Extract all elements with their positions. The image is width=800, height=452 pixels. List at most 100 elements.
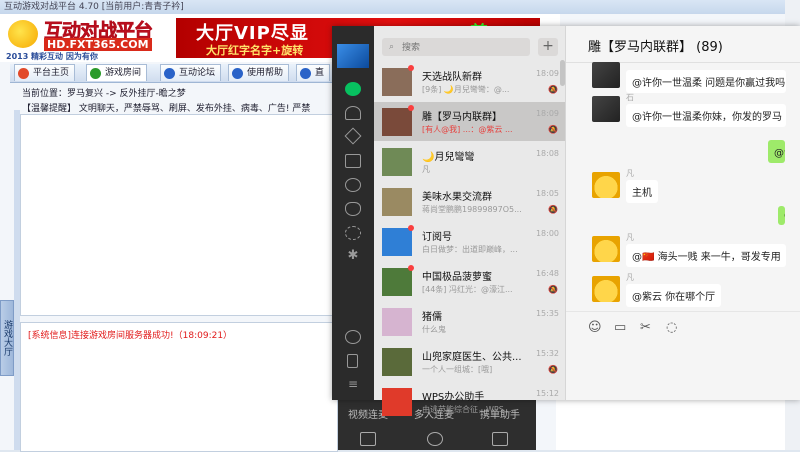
moments-icon[interactable] xyxy=(345,178,361,192)
conversation-item[interactable]: 猪儒 什么鬼 15:35 xyxy=(374,302,565,341)
contacts-icon[interactable] xyxy=(345,106,361,120)
tab-label: 使用帮助 xyxy=(247,68,284,78)
tab-forum[interactable]: 互动论坛 xyxy=(160,64,222,81)
message-input[interactable] xyxy=(566,340,800,400)
conversation-preview: 白日做梦：出道即巅峰，... xyxy=(422,245,518,254)
conversation-item[interactable]: 山兜家庭医生、公共... 一个人一组城：[哦] 15:32 🔕 xyxy=(374,342,565,381)
help-icon xyxy=(232,68,243,79)
conversation-item[interactable]: 天选战队新群 [9条] 🌙月兒彎彎：@... 18:09 🔕 xyxy=(374,62,565,101)
unread-dot xyxy=(408,225,414,231)
muted-bell-icon: 🔕 xyxy=(548,205,558,214)
conversation-preview: [有人@我] ...：@紫云 ... xyxy=(422,125,513,134)
tab-live[interactable]: 直 xyxy=(296,64,331,81)
chat-title: 雕【罗马内联群】 (89) xyxy=(588,40,723,55)
sender-name: 凡 xyxy=(626,169,634,178)
conversation-time: 18:09 xyxy=(535,69,559,78)
live-icon xyxy=(300,68,311,79)
conversation-time: 18:05 xyxy=(535,189,559,198)
conversation-preview: 凡 xyxy=(422,165,430,174)
conversation-item[interactable]: 美味水果交流群 蒋尚堂鹏鹏19899897O5... 18:05 🔕 xyxy=(374,182,565,221)
logo-mascot-icon xyxy=(8,20,38,48)
room-chat-area[interactable] xyxy=(20,322,338,452)
notice-text: 【温馨提醒】 文明聊天，严禁辱骂、刷屏、发布外挂、病毒、广告! 严禁 xyxy=(22,104,311,114)
conversation-name: 猪儒 xyxy=(422,312,442,323)
message-bubble[interactable]: @紫云 你在哪个厅 xyxy=(626,284,722,307)
conversation-time: 18:00 xyxy=(535,229,559,238)
emoji-icon[interactable]: ☺ xyxy=(588,320,602,335)
tab-game-room[interactable]: 游戏房间 xyxy=(86,64,148,81)
download-icon[interactable] xyxy=(427,432,443,446)
message-bubble[interactable]: 主机 xyxy=(626,180,658,203)
conversation-item[interactable]: 订阅号白日做梦：出道即巅峰，... 18:00 xyxy=(374,222,565,261)
sender-name: 凡 xyxy=(626,233,634,242)
conversation-name: 天选战队新群 xyxy=(422,72,482,83)
menu-icon[interactable]: ≡ xyxy=(345,378,361,392)
conversation-item[interactable]: 中国极品菠萝蜜 [44条] 冯红光：@濠江... 16:48 🔕 xyxy=(374,262,565,301)
tv-icon[interactable] xyxy=(492,432,508,446)
folder-icon[interactable] xyxy=(345,154,361,168)
tab-label: 直 xyxy=(315,68,325,78)
conversation-time: 18:08 xyxy=(535,149,559,158)
message-bubble-self[interactable]: @ xyxy=(778,206,785,225)
search-feature-icon[interactable] xyxy=(345,226,361,240)
message-bubble[interactable]: @🇨🇳 海头一贱 来一牛，哥发专用 xyxy=(626,244,786,267)
sender-avatar[interactable] xyxy=(592,236,620,262)
conversation-preview: [9条] 🌙月兒彎彎：@... xyxy=(422,85,510,94)
channels-icon[interactable] xyxy=(345,202,361,216)
logo-slogan: 2013 精彩互动 因为有你 xyxy=(6,52,98,61)
conversation-time: 18:09 xyxy=(535,109,559,118)
message-bubble-self[interactable]: @许 xyxy=(768,140,785,163)
sender-name: 石 xyxy=(626,93,634,102)
tab-label: 游戏房间 xyxy=(105,68,142,78)
message-bubble[interactable]: @许你一世温柔 问题是你赢过我吗 xyxy=(626,70,786,93)
tab-label: 平台主页 xyxy=(33,68,70,78)
message-bubble[interactable]: @许你一世温柔你妹，你发的罗马 xyxy=(626,104,786,127)
conversation-name: 🌙月兒彎彎 xyxy=(422,152,475,163)
conversation-item[interactable]: 雕【罗马内联群】 [有人@我] ...：@紫云 ... 18:09 🔕 xyxy=(374,102,565,141)
conversation-avatar xyxy=(382,148,412,176)
chat-history-icon[interactable]: ◌ xyxy=(666,320,677,335)
my-avatar[interactable] xyxy=(337,44,369,68)
conversation-avatar xyxy=(382,108,412,136)
muted-bell-icon: 🔕 xyxy=(548,125,558,134)
sender-avatar[interactable] xyxy=(592,276,620,302)
start-group-chat-button[interactable]: + xyxy=(538,38,558,56)
unread-dot xyxy=(408,265,414,271)
sender-avatar[interactable] xyxy=(592,62,620,88)
conversation-item[interactable]: WPS办公助手 由逃节能综合征，WPS ... 15:12 xyxy=(374,382,565,421)
side-tab-lobby[interactable]: 游戏大厅 xyxy=(0,300,14,376)
conversation-avatar xyxy=(382,388,412,416)
room-content-area[interactable] xyxy=(20,114,338,316)
conversation-name: 订阅号 xyxy=(422,232,452,243)
file-icon[interactable]: ▭ xyxy=(614,320,626,335)
bottom-panel xyxy=(556,400,786,450)
conversation-name: 山兜家庭医生、公共... xyxy=(422,352,522,363)
conversation-name: 中国极品菠萝蜜 xyxy=(422,272,492,283)
conversation-avatar xyxy=(382,228,412,256)
phone-icon[interactable] xyxy=(347,354,358,368)
game-room-icon xyxy=(90,68,101,79)
tab-help[interactable]: 使用帮助 xyxy=(228,64,290,81)
link-icon[interactable] xyxy=(345,330,361,344)
unread-dot xyxy=(408,65,414,71)
search-icon: ⌕ xyxy=(389,42,395,52)
muted-bell-icon: 🔕 xyxy=(548,85,558,94)
sender-name: 凡 xyxy=(626,273,634,282)
list-scrollbar[interactable] xyxy=(560,60,565,86)
miniprogram-icon[interactable]: ✱ xyxy=(345,249,361,264)
conversation-item[interactable]: 🌙月兒彎彎凡 18:08 xyxy=(374,142,565,181)
search-input[interactable] xyxy=(382,38,530,56)
screenshot-icon[interactable]: ✂ xyxy=(640,320,651,335)
chat-icon[interactable] xyxy=(345,82,361,96)
tab-label: 互动论坛 xyxy=(179,68,216,78)
tab-home[interactable]: 平台主页 xyxy=(14,64,76,81)
screen-icon[interactable] xyxy=(360,432,376,446)
sender-avatar[interactable] xyxy=(592,172,620,198)
conversation-preview: 一个人一组城：[哦] xyxy=(422,365,493,374)
conversation-name: 雕【罗马内联群】 xyxy=(422,112,502,123)
divider xyxy=(566,311,800,312)
conversation-preview: 什么鬼 xyxy=(422,325,446,334)
sender-avatar[interactable] xyxy=(592,96,620,122)
conversation-name: 美味水果交流群 xyxy=(422,192,492,203)
muted-bell-icon: 🔕 xyxy=(548,365,558,374)
